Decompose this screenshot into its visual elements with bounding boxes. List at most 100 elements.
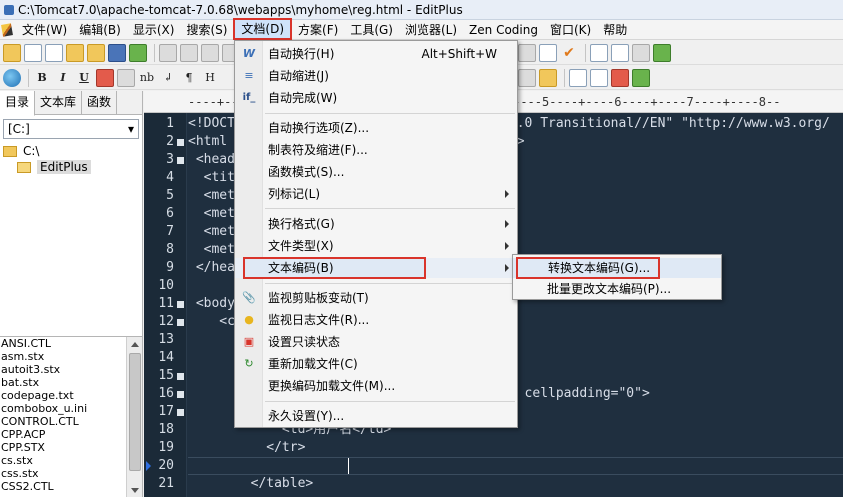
file-item[interactable]: codepage.txt — [0, 389, 142, 402]
abc-icon[interactable] — [539, 44, 557, 62]
fold-marker-icon[interactable] — [177, 373, 184, 380]
menu-item-file-type[interactable]: 文件类型(X) — [235, 236, 517, 256]
save-icon[interactable] — [108, 43, 126, 62]
new-icon[interactable] — [3, 43, 21, 62]
window-title: C:\Tomcat7.0\apache-tomcat-7.0.68\webapp… — [18, 2, 463, 17]
menu-view[interactable]: 显示(X) — [127, 20, 181, 40]
print-icon[interactable] — [159, 43, 177, 62]
folder-item[interactable]: C:\ — [3, 143, 142, 159]
preview-icon[interactable] — [653, 44, 671, 62]
menu-search[interactable]: 搜索(S) — [180, 20, 233, 40]
globe-icon[interactable] — [3, 68, 21, 87]
folder-tree: C:\ EditPlus — [3, 143, 142, 175]
menu-item-line-format[interactable]: 换行格式(G) — [235, 214, 517, 234]
tab-cliptext[interactable]: 文本库 — [35, 91, 83, 114]
form-icon[interactable] — [518, 69, 536, 87]
menu-edit[interactable]: 编辑(B) — [73, 20, 127, 40]
file-item[interactable]: ANSI.CTL — [0, 337, 142, 350]
nbsp-button[interactable]: nb — [138, 69, 156, 87]
text-caret — [348, 458, 349, 474]
menu-item-monitor-clipboard[interactable]: 📎 监视剪贴板变动(T) — [235, 288, 517, 308]
menu-project[interactable]: 方案(F) — [292, 20, 344, 40]
menu-item-reload-encoding[interactable]: 更换编码加载文件(M)... — [235, 376, 517, 396]
check-icon[interactable]: ✔ — [560, 44, 578, 62]
indent-icon[interactable] — [518, 44, 536, 62]
code-line[interactable]: <c — [188, 313, 235, 331]
menu-item-tab-indent[interactable]: 制表符及缩进(F)... — [235, 140, 517, 160]
menu-zen-coding[interactable]: Zen Coding — [463, 20, 544, 40]
bold-button[interactable]: B — [33, 69, 51, 87]
tools-icon[interactable] — [539, 69, 557, 87]
menu-browser[interactable]: 浏览器(L) — [399, 20, 463, 40]
new-html-icon[interactable] — [45, 43, 63, 62]
fold-marker-icon[interactable] — [177, 139, 184, 146]
menu-separator — [265, 401, 515, 402]
scroll-thumb[interactable] — [129, 353, 141, 471]
file-item[interactable]: CPP.ACP — [0, 428, 142, 441]
menu-item-batch-encoding[interactable]: 批量更改文本编码(P)... — [513, 279, 721, 299]
frame-icon[interactable] — [590, 69, 608, 87]
file-item[interactable]: CPP.STX — [0, 441, 142, 454]
browser-icon[interactable] — [632, 44, 650, 62]
current-line-marker-icon — [146, 461, 151, 471]
print-preview-icon[interactable] — [180, 43, 198, 62]
code-line[interactable]: </tr> — [188, 439, 305, 457]
menu-item-column-marker[interactable]: 列标记(L) — [235, 184, 517, 204]
window-icon[interactable] — [611, 44, 629, 62]
italic-button[interactable]: I — [54, 69, 72, 87]
menu-help[interactable]: 帮助 — [597, 20, 633, 40]
image-icon[interactable] — [611, 69, 629, 87]
file-item[interactable]: css.stx — [0, 467, 142, 480]
file-list-scrollbar[interactable] — [126, 337, 142, 497]
paragraph-button[interactable]: ¶ — [180, 69, 198, 87]
file-item[interactable]: CONTROL.CTL — [0, 415, 142, 428]
open-folder-icon[interactable] — [66, 43, 84, 62]
menu-item-read-only[interactable]: ▣ 设置只读状态 — [235, 332, 517, 352]
font-color-icon[interactable] — [96, 68, 114, 87]
menu-window[interactable]: 窗口(K) — [544, 20, 597, 40]
table-icon[interactable] — [569, 69, 587, 87]
fold-marker-icon[interactable] — [177, 319, 184, 326]
menu-item-auto-complete[interactable]: if_ 自动完成(W) — [235, 88, 517, 108]
menu-tools[interactable]: 工具(G) — [344, 20, 399, 40]
file-item[interactable]: asm.stx — [0, 350, 142, 363]
scroll-up-icon[interactable] — [131, 342, 139, 347]
menu-document[interactable]: 文档(D) — [233, 18, 293, 40]
underline-button[interactable]: U — [75, 69, 93, 87]
file-item[interactable]: autoit3.stx — [0, 363, 142, 376]
scroll-down-icon[interactable] — [131, 488, 139, 493]
list-icon[interactable] — [590, 44, 608, 62]
menu-item-word-wrap[interactable]: W 自动换行(H) Alt+Shift+W — [235, 44, 517, 64]
fold-marker-icon[interactable] — [177, 301, 184, 308]
menu-item-function-pattern[interactable]: 函数模式(S)... — [235, 162, 517, 182]
file-item[interactable]: combobox_u.ini — [0, 402, 142, 415]
menu-item-text-encoding[interactable]: 文本编码(B) — [235, 257, 517, 279]
menu-item-wrap-options[interactable]: 自动换行选项(Z)... — [235, 118, 517, 138]
heading-button[interactable]: H — [201, 69, 219, 87]
tab-directory[interactable]: 目录 — [0, 91, 36, 116]
code-line[interactable]: </table> — [188, 475, 314, 493]
new-document-icon[interactable] — [24, 43, 42, 62]
line-number: 2 — [166, 134, 174, 149]
fold-marker-icon[interactable] — [177, 391, 184, 398]
folder-item-selected[interactable]: EditPlus — [17, 159, 142, 175]
fold-marker-icon[interactable] — [177, 157, 184, 164]
menu-item-reload[interactable]: ↻ 重新加载文件(C) — [235, 354, 517, 374]
drive-select[interactable]: [C:] ▾ — [3, 119, 139, 139]
menu-item-auto-indent[interactable]: ≡ 自动缩进(J) — [235, 66, 517, 86]
open-remote-icon[interactable] — [87, 43, 105, 62]
menu-item-permanent-settings[interactable]: 永久设置(Y)... — [235, 406, 517, 426]
save-all-icon[interactable] — [129, 43, 147, 62]
menu-file[interactable]: 文件(W) — [16, 20, 73, 40]
file-item[interactable]: CSS2.CTL — [0, 480, 142, 493]
fold-marker-icon[interactable] — [177, 409, 184, 416]
file-item[interactable]: bat.stx — [0, 376, 142, 389]
color-palette-icon[interactable] — [117, 68, 135, 87]
spell-check-icon[interactable] — [201, 43, 219, 62]
file-item[interactable]: cs.stx — [0, 454, 142, 467]
menu-item-monitor-log[interactable]: ● 监视日志文件(R)... — [235, 310, 517, 330]
menu-item-convert-encoding[interactable]: 转换文本编码(G)... — [513, 257, 721, 279]
style-icon[interactable] — [632, 69, 650, 87]
line-break-button[interactable]: ↲ — [159, 69, 177, 87]
tab-functions[interactable]: 函数 — [82, 91, 118, 114]
